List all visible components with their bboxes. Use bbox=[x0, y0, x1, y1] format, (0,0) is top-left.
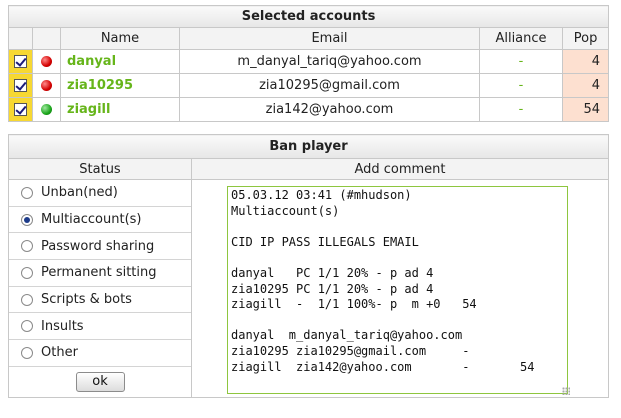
header-email: Email bbox=[179, 27, 480, 50]
radio-button[interactable] bbox=[21, 293, 33, 306]
row-select-checkbox[interactable] bbox=[14, 103, 27, 116]
account-alliance: - bbox=[479, 97, 563, 122]
account-email: m_danyal_tariq@yahoo.com bbox=[179, 49, 480, 74]
radio-button[interactable] bbox=[21, 320, 33, 333]
option-label: Unban(ned) bbox=[41, 185, 118, 201]
ban-player-title: Ban player bbox=[8, 134, 609, 159]
account-alliance: - bbox=[479, 49, 563, 74]
row-select-checkbox[interactable] bbox=[14, 55, 27, 68]
ban-option-multiaccount[interactable]: Multiaccount(s) bbox=[9, 207, 191, 234]
account-alliance: - bbox=[479, 73, 563, 98]
status-dot-icon bbox=[41, 104, 52, 115]
header-pop: Pop bbox=[561, 27, 610, 50]
option-label: Other bbox=[41, 345, 78, 361]
row-select-checkbox-cell bbox=[8, 49, 33, 74]
comment-textarea[interactable]: 05.03.12 03:41 (#mhudson) Multiaccount(s… bbox=[227, 186, 568, 394]
ban-option-other[interactable]: Other bbox=[9, 340, 191, 367]
row-select-checkbox[interactable] bbox=[14, 79, 27, 92]
account-name-link[interactable]: zia10295 bbox=[60, 73, 180, 98]
status-options: Unban(ned) Multiaccount(s) Password shar… bbox=[8, 179, 192, 398]
header-alliance: Alliance bbox=[479, 27, 563, 50]
status-dot-icon bbox=[41, 80, 52, 91]
radio-button-selected[interactable] bbox=[21, 213, 33, 226]
header-status bbox=[32, 27, 61, 50]
selected-accounts-table: Selected accounts Name Email Alliance Po… bbox=[7, 5, 610, 122]
table-row: danyal m_danyal_tariq@yahoo.com - 4 bbox=[8, 49, 610, 74]
account-pop: 4 bbox=[561, 49, 610, 74]
radio-button[interactable] bbox=[21, 186, 33, 199]
account-email: zia10295@gmail.com bbox=[179, 73, 480, 98]
option-label: Permanent sitting bbox=[41, 265, 157, 281]
row-select-checkbox-cell bbox=[8, 73, 33, 98]
resize-grip-icon[interactable] bbox=[562, 387, 570, 395]
comment-column-header: Add comment bbox=[191, 158, 609, 180]
ban-player-panel: Ban player Status Add comment Unban(ned)… bbox=[8, 134, 609, 398]
account-name-link[interactable]: danyal bbox=[60, 49, 180, 74]
radio-button[interactable] bbox=[21, 266, 33, 279]
radio-button[interactable] bbox=[21, 240, 33, 253]
table-row: zia10295 zia10295@gmail.com - 4 bbox=[8, 73, 610, 98]
selected-accounts-title: Selected accounts bbox=[7, 5, 610, 28]
header-name: Name bbox=[60, 27, 180, 50]
account-name-link[interactable]: ziagill bbox=[60, 97, 180, 122]
option-label: Multiaccount(s) bbox=[41, 212, 142, 228]
status-dot-icon bbox=[41, 56, 52, 67]
account-pop: 54 bbox=[561, 97, 610, 122]
ban-option-password-sharing[interactable]: Password sharing bbox=[9, 233, 191, 261]
option-label: Scripts & bots bbox=[41, 292, 132, 308]
header-checkbox bbox=[8, 27, 33, 50]
ok-button[interactable]: ok bbox=[75, 371, 125, 392]
ban-option-scripts-bots[interactable]: Scripts & bots bbox=[9, 287, 191, 314]
table-row: ziagill zia142@yahoo.com - 54 bbox=[8, 97, 610, 122]
account-email: zia142@yahoo.com bbox=[179, 97, 480, 122]
option-label: Password sharing bbox=[41, 238, 155, 254]
ban-option-unban[interactable]: Unban(ned) bbox=[9, 180, 191, 207]
ban-option-permanent-sitting[interactable]: Permanent sitting bbox=[9, 260, 191, 287]
radio-button[interactable] bbox=[21, 346, 33, 359]
status-column-header: Status bbox=[8, 158, 192, 180]
row-select-checkbox-cell bbox=[8, 97, 33, 122]
option-label: Insults bbox=[41, 318, 84, 334]
account-pop: 4 bbox=[561, 73, 610, 98]
ban-option-insults[interactable]: Insults bbox=[9, 313, 191, 341]
